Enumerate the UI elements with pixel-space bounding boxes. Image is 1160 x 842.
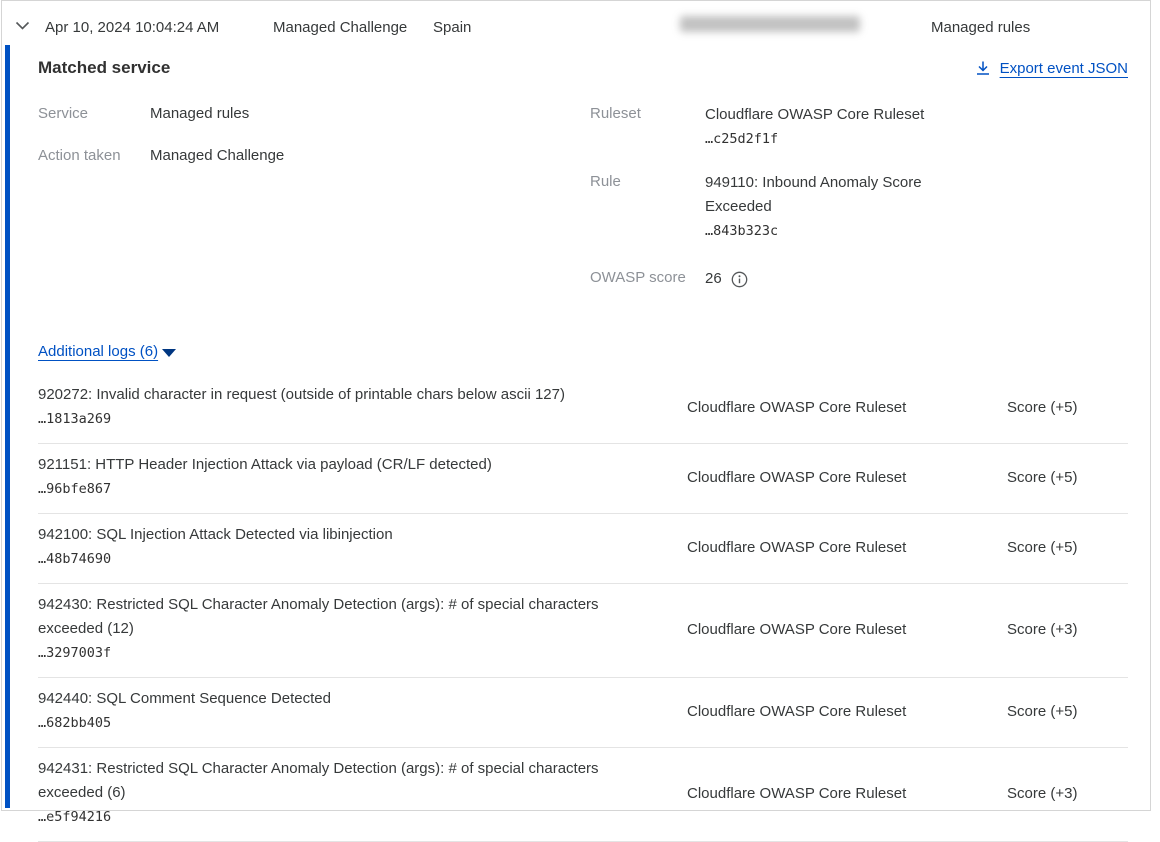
log-ruleset: Cloudflare OWASP Core Ruleset: [687, 757, 1007, 829]
info-icon[interactable]: [731, 271, 748, 288]
matched-service-details: Service Managed rules Action taken Manag…: [38, 103, 1128, 311]
log-description: 942440: SQL Comment Sequence Detected: [38, 687, 627, 711]
field-label: OWASP score: [590, 267, 705, 291]
rule-name: 949110: Inbound Anomaly Score Exceeded: [705, 171, 945, 219]
additional-logs-label: Additional logs (6): [38, 343, 158, 360]
caret-down-icon: [162, 349, 176, 357]
export-event-json-link[interactable]: Export event JSON: [975, 60, 1128, 77]
firewall-event-expanded-row: Apr 10, 2024 10:04:24 AM Managed Challen…: [1, 0, 1151, 811]
field-value: Managed Challenge: [150, 145, 284, 166]
field-label: Service: [38, 103, 150, 124]
log-description: 921151: HTTP Header Injection Attack via…: [38, 453, 627, 477]
log-rule-id: …682bb405: [38, 711, 627, 735]
rule-id: …843b323c: [705, 219, 945, 243]
panel-title: Matched service: [38, 58, 170, 78]
action-taken-field: Action taken Managed Challenge: [38, 145, 590, 166]
log-ruleset: Cloudflare OWASP Core Ruleset: [687, 523, 1007, 571]
selection-accent-bar: [5, 45, 10, 808]
log-row: 942430: Restricted SQL Character Anomaly…: [38, 584, 1128, 678]
field-label: Action taken: [38, 145, 150, 166]
rule-field: Rule 949110: Inbound Anomaly Score Excee…: [590, 171, 1128, 243]
redacted-value: [680, 16, 860, 32]
field-label: Rule: [590, 171, 705, 243]
log-description: 942431: Restricted SQL Character Anomaly…: [38, 757, 627, 805]
log-score: Score (+5): [1007, 453, 1128, 501]
log-rule-id: …e5f94216: [38, 805, 627, 829]
log-score: Score (+3): [1007, 593, 1128, 665]
log-ruleset: Cloudflare OWASP Core Ruleset: [687, 593, 1007, 665]
download-icon: [975, 60, 991, 76]
log-rule-id: …1813a269: [38, 407, 627, 431]
ruleset-field: Ruleset Cloudflare OWASP Core Ruleset …c…: [590, 103, 1128, 151]
owasp-score-field: OWASP score 26: [590, 267, 1128, 291]
event-action: Managed Challenge: [273, 19, 407, 36]
log-description: 942100: SQL Injection Attack Detected vi…: [38, 523, 627, 547]
ruleset-name: Cloudflare OWASP Core Ruleset: [705, 103, 945, 127]
log-row: 942100: SQL Injection Attack Detected vi…: [38, 514, 1128, 584]
log-description: 920272: Invalid character in request (ou…: [38, 383, 627, 407]
log-row: 942431: Restricted SQL Character Anomaly…: [38, 748, 1128, 842]
log-rule-id: …96bfe867: [38, 477, 627, 501]
log-row: 920272: Invalid character in request (ou…: [38, 374, 1128, 444]
log-rule-id: …3297003f: [38, 641, 627, 665]
log-score: Score (+5): [1007, 523, 1128, 571]
log-ruleset: Cloudflare OWASP Core Ruleset: [687, 687, 1007, 735]
field-value: Managed rules: [150, 103, 249, 124]
log-rule-id: …48b74690: [38, 547, 627, 571]
chevron-down-icon[interactable]: [15, 20, 31, 32]
log-row: 942440: SQL Comment Sequence Detected …6…: [38, 678, 1128, 748]
field-label: Ruleset: [590, 103, 705, 151]
event-country: Spain: [433, 19, 471, 36]
log-ruleset: Cloudflare OWASP Core Ruleset: [687, 453, 1007, 501]
ruleset-id: …c25d2f1f: [705, 127, 945, 151]
log-score: Score (+5): [1007, 687, 1128, 735]
log-description: 942430: Restricted SQL Character Anomaly…: [38, 593, 627, 641]
owasp-score-value: 26: [705, 267, 722, 291]
additional-logs-table: 920272: Invalid character in request (ou…: [38, 374, 1128, 842]
log-ruleset: Cloudflare OWASP Core Ruleset: [687, 383, 1007, 431]
event-service: Managed rules: [931, 19, 1030, 36]
additional-logs-toggle[interactable]: Additional logs (6): [38, 343, 176, 360]
event-summary-row: Apr 10, 2024 10:04:24 AM Managed Challen…: [2, 1, 1150, 45]
service-field: Service Managed rules: [38, 103, 590, 124]
export-event-json-label: Export event JSON: [1000, 60, 1128, 77]
event-timestamp: Apr 10, 2024 10:04:24 AM: [45, 19, 219, 36]
log-score: Score (+3): [1007, 757, 1128, 829]
event-detail-panel: Matched service Export event JSON Servic…: [2, 45, 1150, 810]
log-row: 921151: HTTP Header Injection Attack via…: [38, 444, 1128, 514]
log-score: Score (+5): [1007, 383, 1128, 431]
